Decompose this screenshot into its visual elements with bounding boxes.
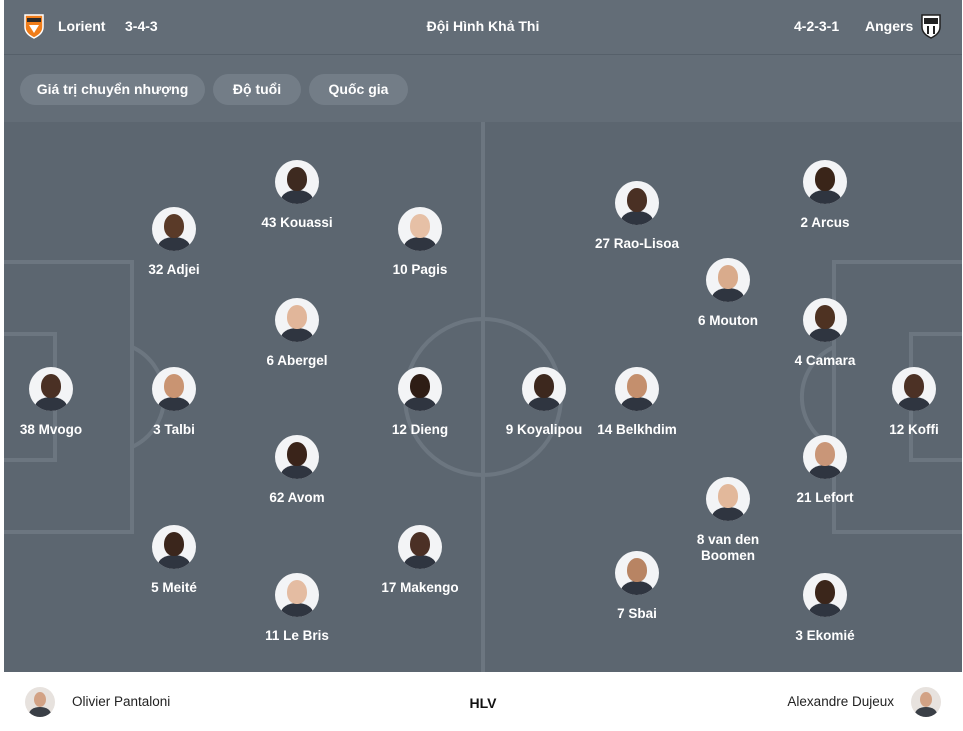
player-name: 10 Pagis [392, 262, 448, 277]
home-player[interactable]: 32 Adjei [114, 207, 234, 278]
player-name: 17 Makengo [381, 580, 459, 595]
player-name: 8 van den Boomen [696, 532, 760, 563]
home-player[interactable]: 6 Abergel [237, 298, 357, 369]
player-name: 5 Meité [151, 580, 197, 595]
player-avatar [706, 477, 750, 521]
away-player[interactable]: 27 Rao-Lisoa [577, 181, 697, 252]
player-name: 6 Abergel [266, 353, 328, 368]
home-player[interactable]: 62 Avom [237, 435, 357, 506]
player-avatar [706, 258, 750, 302]
player-avatar [615, 181, 659, 225]
away-formation: 4-2-3-1 [794, 18, 840, 34]
player-avatar [29, 367, 73, 411]
player-name: 62 Avom [269, 490, 325, 505]
player-avatar [803, 435, 847, 479]
player-name: 3 Ekomié [795, 628, 855, 643]
home-player[interactable]: 12 Dieng [360, 367, 480, 438]
home-player[interactable]: 11 Le Bris [237, 573, 357, 644]
player-avatar [275, 435, 319, 479]
coaches-bar: Olivier Pantaloni HLV Alexandre Dujeux [4, 672, 962, 731]
away-player[interactable]: 3 Ekomié [765, 573, 885, 644]
filter-transfer-value[interactable]: Giá trị chuyển nhượng [20, 74, 205, 105]
away-player[interactable]: 2 Arcus [765, 160, 885, 231]
filter-age[interactable]: Độ tuổi [213, 74, 301, 105]
player-name: 3 Talbi [153, 422, 195, 437]
home-player[interactable]: 3 Talbi [114, 367, 234, 438]
away-coach-name[interactable]: Alexandre Dujeux [787, 694, 894, 710]
home-player[interactable]: 5 Meité [114, 525, 234, 596]
home-player[interactable]: 17 Makengo [360, 525, 480, 596]
player-avatar [152, 367, 196, 411]
player-avatar [152, 207, 196, 251]
player-avatar [275, 298, 319, 342]
player-name: 32 Adjei [148, 262, 200, 277]
player-avatar [803, 160, 847, 204]
player-avatar [398, 367, 442, 411]
player-avatar [615, 367, 659, 411]
filter-country[interactable]: Quốc gia [309, 74, 408, 105]
player-avatar [398, 525, 442, 569]
player-avatar [275, 160, 319, 204]
match-header: Lorient 3-4-3 Đội Hình Khả Thi 4-2-3-1 A… [4, 0, 962, 55]
player-name: 12 Dieng [391, 422, 449, 437]
player-name: 12 Koffi [889, 422, 939, 437]
player-avatar [892, 367, 936, 411]
lineup-header-panel: Lorient 3-4-3 Đội Hình Khả Thi 4-2-3-1 A… [4, 0, 962, 122]
player-name: 43 Kouassi [261, 215, 333, 230]
player-name: 2 Arcus [800, 215, 850, 230]
away-player[interactable]: 12 Koffi [854, 367, 962, 438]
player-avatar [398, 207, 442, 251]
pitch: 38 Mvogo 3 Talbi 32 Adjei 5 Meité 43 Kouassi… [4, 122, 962, 672]
player-avatar [803, 573, 847, 617]
player-name: 7 Sbai [617, 606, 657, 621]
player-avatar [152, 525, 196, 569]
player-name: 11 Le Bris [265, 628, 329, 643]
player-avatar [275, 573, 319, 617]
player-name: 27 Rao-Lisoa [594, 236, 680, 251]
home-player[interactable]: 38 Mvogo [4, 367, 111, 438]
away-player[interactable]: 21 Lefort [765, 435, 885, 506]
player-avatar [803, 298, 847, 342]
player-avatar [615, 551, 659, 595]
player-avatar [522, 367, 566, 411]
away-coach-avatar [911, 687, 941, 717]
home-player[interactable]: 10 Pagis [360, 207, 480, 278]
away-team-name[interactable]: Angers [865, 18, 913, 34]
away-player[interactable]: 4 Camara [765, 298, 885, 369]
home-player[interactable]: 43 Kouassi [237, 160, 357, 231]
player-name: 38 Mvogo [19, 422, 83, 437]
player-name: 14 Belkhdim [597, 422, 677, 437]
player-name: 21 Lefort [796, 490, 854, 505]
angers-crest-icon [921, 14, 941, 39]
away-player[interactable]: 14 Belkhdim [577, 367, 697, 438]
lineup-widget: Lorient 3-4-3 Đội Hình Khả Thi 4-2-3-1 A… [4, 0, 962, 731]
